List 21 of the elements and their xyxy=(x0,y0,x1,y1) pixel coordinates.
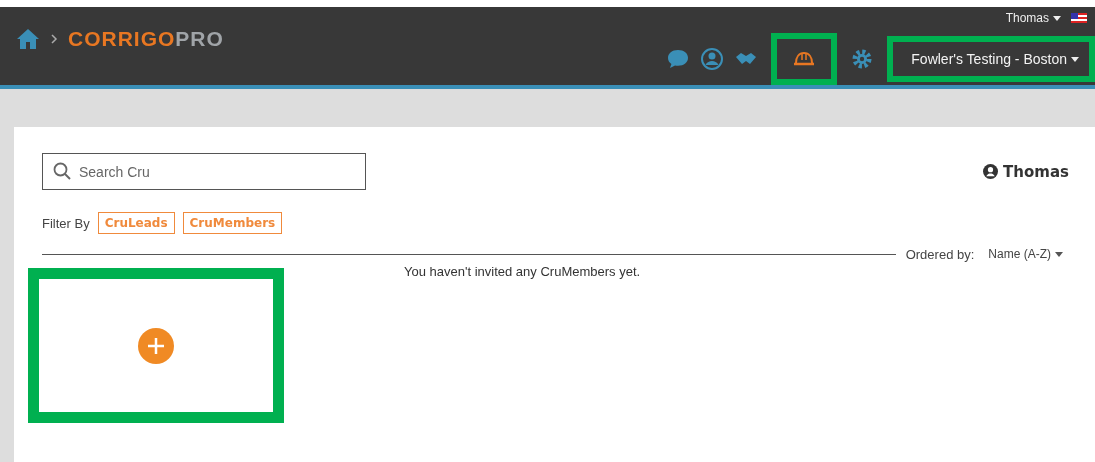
location-dropdown[interactable]: Fowler's Testing - Boston xyxy=(905,50,1085,68)
caret-icon xyxy=(1071,56,1079,62)
logo[interactable]: CORRIGOPRO xyxy=(68,27,224,51)
sort-dropdown[interactable]: Name (A-Z) xyxy=(982,246,1069,262)
add-icon[interactable] xyxy=(138,327,174,364)
caret-icon xyxy=(1055,251,1063,257)
chat-icon[interactable] xyxy=(666,47,691,71)
add-card[interactable] xyxy=(28,268,284,423)
user-icon[interactable] xyxy=(700,47,725,71)
search-icon xyxy=(53,162,71,180)
filter-label: Filter By xyxy=(42,215,90,231)
chevron-icon xyxy=(50,34,58,44)
user-icon xyxy=(983,164,999,179)
user-name: Thomas xyxy=(1003,162,1069,181)
search-field[interactable]: Search Cru xyxy=(42,153,366,190)
home-icon[interactable] xyxy=(16,28,40,50)
user-menu[interactable]: Thomas xyxy=(1005,11,1061,25)
order-label: Ordered by: xyxy=(905,246,975,262)
empty-message: You haven't invited any CruMembers yet. xyxy=(404,264,641,281)
caret-icon xyxy=(1053,15,1061,21)
flag-icon[interactable] xyxy=(1071,13,1087,23)
